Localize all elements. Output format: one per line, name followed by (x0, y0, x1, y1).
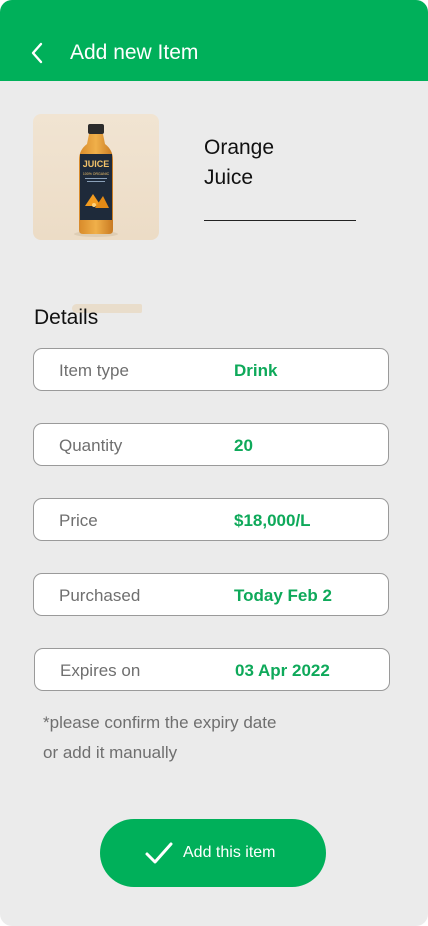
expiry-note: *please confirm the expiry date or add i… (43, 708, 383, 768)
field-purchased[interactable]: Purchased Today Feb 2 (33, 573, 389, 616)
field-item-type[interactable]: Item type Drink (33, 348, 389, 391)
field-label: Price (59, 511, 98, 530)
field-label: Quantity (59, 436, 123, 455)
field-quantity[interactable]: Quantity 20 (33, 423, 389, 466)
product-name[interactable]: Orange Juice (204, 133, 354, 193)
bottle-label-text: JUICE (83, 159, 110, 169)
field-label: Expires on (60, 661, 141, 680)
bottle-label-subtext: 100% ORGANIC (83, 172, 110, 176)
checkmark-icon (145, 842, 173, 864)
expiry-note-line2: or add it manually (43, 743, 178, 762)
name-underline (204, 220, 356, 221)
back-button[interactable] (22, 38, 52, 68)
add-item-button[interactable]: Add this item (100, 819, 326, 887)
product-name-line1: Orange (204, 136, 275, 159)
page-title: Add new Item (70, 41, 199, 64)
product-image[interactable]: JUICE 100% ORGANIC (33, 114, 159, 240)
product-name-line2: Juice (204, 166, 254, 189)
details-heading: Details (34, 306, 99, 329)
field-expires-on[interactable]: Expires on 03 Apr 2022 (34, 648, 390, 691)
add-item-button-label: Add this item (183, 844, 276, 861)
expiry-note-line1: *please confirm the expiry date (43, 713, 277, 732)
field-label: Purchased (59, 586, 141, 605)
field-value: 03 Apr 2022 (235, 661, 330, 680)
field-label: Item type (59, 361, 129, 380)
field-value: Today Feb 2 (234, 586, 332, 605)
chevron-left-icon (31, 42, 43, 64)
field-value: 20 (234, 436, 253, 455)
field-value: $18,000/L (234, 511, 311, 530)
header-bar: Add new Item (0, 0, 428, 81)
app-screen: Add new Item JUICE 100% ORGANIC Orange J… (0, 0, 428, 926)
field-value: Drink (234, 361, 278, 380)
field-price[interactable]: Price $18,000/L (33, 498, 389, 541)
juice-bottle-image: JUICE 100% ORGANIC (74, 124, 118, 237)
